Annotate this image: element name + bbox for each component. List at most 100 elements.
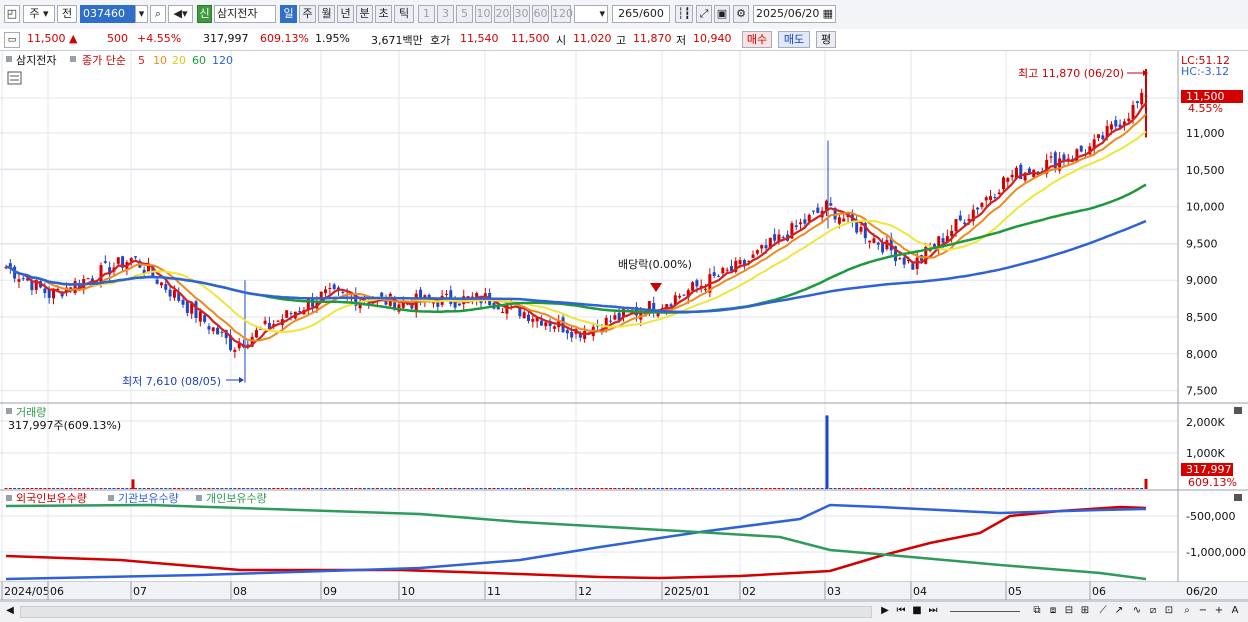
volume-bar	[863, 488, 867, 489]
trend-icon[interactable]: ↗	[1112, 604, 1126, 618]
interval-120[interactable]: 120	[551, 5, 573, 23]
period-week[interactable]: 주	[299, 5, 316, 23]
low-price: 10,940	[693, 32, 732, 45]
zoom-out-icon[interactable]: −	[1196, 604, 1210, 618]
first-page-icon[interactable]: ⏮	[894, 604, 908, 618]
interval-custom-select[interactable]: ▾	[574, 5, 608, 23]
stock-code-input[interactable]: 037460	[80, 5, 135, 23]
search-icon[interactable]: ⌕	[150, 5, 166, 23]
stop-icon[interactable]: ■	[910, 604, 924, 618]
scroll-left-icon[interactable]: ◀	[3, 604, 17, 618]
volume-bar	[989, 488, 993, 489]
stock-chart[interactable]: 11,000 10,500 10,000 9,500 9,000 8,500 8,000 7,…	[0, 51, 1248, 601]
wave-icon[interactable]: ∿	[1130, 604, 1144, 618]
market-select[interactable]: 주 ▾	[23, 5, 55, 23]
holding-tick-500k: -500,000	[1186, 510, 1235, 523]
volume-last-text: 317,997	[1186, 463, 1232, 476]
scroll-right-icon[interactable]: ▶	[878, 604, 892, 618]
compare-icon[interactable]: ⧈	[1046, 604, 1060, 618]
volume-bar	[915, 488, 919, 489]
speaker-icon[interactable]: ◀▾	[168, 5, 193, 23]
volume-bar	[1049, 488, 1053, 489]
volume-bar	[436, 488, 440, 489]
stock-name-field[interactable]: 삼지전자	[214, 5, 276, 23]
crosshair-icon[interactable]: ⤢	[696, 5, 712, 23]
volume-bar	[846, 488, 850, 489]
count-field[interactable]: 265/600	[612, 5, 670, 23]
period-minute[interactable]: 분	[356, 5, 373, 23]
grid-icon[interactable]: ⊡	[1162, 604, 1176, 618]
period-tick[interactable]: 틱	[394, 5, 414, 23]
date-field[interactable]: 2025/06/20 ▦	[753, 5, 836, 23]
volume-bar	[872, 488, 876, 489]
code-dropdown-icon[interactable]: ▾	[135, 5, 148, 23]
candle-body	[704, 288, 708, 290]
volume-summary: 317,997주(609.13%)	[8, 419, 121, 432]
interval-3[interactable]: 3	[437, 5, 454, 23]
volume-ratio: 609.13%	[260, 32, 309, 45]
volume-bar	[427, 488, 431, 489]
volume-bar	[276, 488, 280, 489]
interval-5[interactable]: 5	[456, 5, 473, 23]
table-toggle-icon[interactable]	[7, 71, 22, 85]
volume-bar	[250, 488, 254, 489]
interval-20[interactable]: 20	[494, 5, 511, 23]
window-icon[interactable]: ◰	[4, 5, 20, 23]
zoom-icon[interactable]: ⌕	[1180, 604, 1194, 618]
candle-body	[185, 301, 189, 313]
volume-bar	[440, 488, 444, 489]
candle-body	[380, 292, 384, 297]
period-year[interactable]: 년	[337, 5, 354, 23]
interval-1[interactable]: 1	[418, 5, 435, 23]
buy-button[interactable]: 매수	[742, 31, 772, 48]
volume-bar	[1109, 488, 1113, 489]
indicator-icon[interactable]: ⊞	[1078, 604, 1092, 618]
volume-bar	[1071, 488, 1075, 489]
sell-button[interactable]: 매도	[778, 31, 810, 48]
volume-panel-close-icon[interactable]	[1234, 407, 1242, 414]
volume-bar	[220, 488, 224, 489]
period-month[interactable]: 월	[318, 5, 335, 23]
interval-30[interactable]: 30	[513, 5, 530, 23]
current-price: 11,500 ▲	[27, 32, 78, 45]
save-icon[interactable]: ▣	[714, 5, 730, 23]
text-tool-icon[interactable]: ⧄	[1146, 604, 1160, 618]
low-label: 저	[676, 34, 687, 47]
volume-bar	[1088, 488, 1092, 489]
volume-bar	[4, 488, 8, 489]
split-icon[interactable]: ⊟	[1062, 604, 1076, 618]
candle-body	[842, 218, 846, 222]
period-day[interactable]: 일	[280, 5, 297, 23]
volume-bar	[86, 488, 90, 489]
holding-panel-close-icon[interactable]	[1234, 494, 1242, 501]
drawing-icon[interactable]: ⟋	[1096, 604, 1110, 618]
open-price: 11,020	[573, 32, 612, 45]
period-second[interactable]: 초	[375, 5, 392, 23]
high-price: 11,870	[633, 32, 672, 45]
scroll-bar[interactable]: ◀ ▶ ⏮ ■ ⏭ ⧉ ⧈ ⊟ ⊞ ⟋ ↗ ∿ ⧄ ⊡ ⌕ − + A	[0, 601, 1248, 622]
volume-bar	[850, 488, 854, 489]
interval-60[interactable]: 60	[532, 5, 549, 23]
hc-label: HC:-3.12	[1181, 65, 1229, 78]
interval-10[interactable]: 10	[475, 5, 492, 23]
next-page-icon[interactable]: ⏭	[926, 604, 940, 618]
volume-bar	[1131, 488, 1135, 489]
zoom-in-icon[interactable]: +	[1212, 604, 1226, 618]
volume-bar	[332, 488, 336, 489]
volume-bar	[630, 488, 634, 489]
layout-icon[interactable]: ⧉	[1030, 604, 1044, 618]
candle-body	[1131, 104, 1135, 119]
font-size-icon[interactable]: A	[1228, 604, 1242, 618]
zoom-slider[interactable]	[950, 611, 1020, 612]
gear-icon[interactable]: ⚙	[733, 5, 749, 23]
scroll-track[interactable]	[20, 606, 872, 618]
volume-bar	[889, 488, 893, 489]
candle-type-icon[interactable]: ┆┇	[675, 5, 693, 23]
mode-select[interactable]: 전	[57, 5, 77, 23]
average-button[interactable]: 평	[816, 31, 836, 48]
quote-settings-icon[interactable]: ▭	[4, 32, 20, 48]
volume-bar	[410, 488, 414, 489]
candle-body	[73, 281, 77, 294]
volume-bar	[544, 488, 548, 489]
volume-bar	[734, 488, 738, 489]
